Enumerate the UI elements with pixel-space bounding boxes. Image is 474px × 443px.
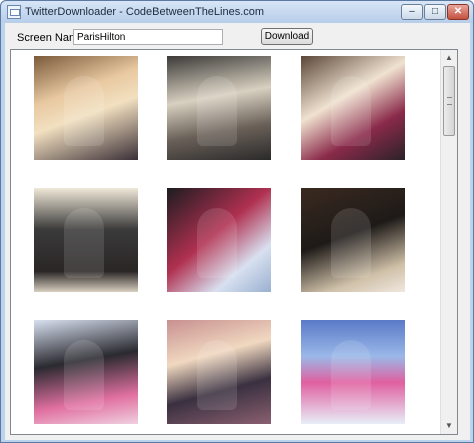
scroll-up-icon[interactable]: ▲ (441, 50, 457, 66)
photo-9[interactable] (301, 320, 405, 424)
window-title: TwitterDownloader - CodeBetweenTheLines.… (25, 6, 265, 18)
photo-4[interactable] (34, 188, 138, 292)
photo-8[interactable] (167, 320, 271, 424)
maximize-button[interactable]: □ (424, 4, 446, 20)
maximize-icon: □ (431, 6, 439, 17)
photo-7[interactable] (34, 320, 138, 424)
scroll-thumb[interactable] (443, 66, 455, 136)
minimize-button[interactable]: – (401, 4, 423, 20)
photo-1[interactable] (34, 56, 138, 160)
vertical-scrollbar[interactable]: ▲ ▼ (440, 50, 457, 434)
photo-2[interactable] (167, 56, 271, 160)
screen-name-input[interactable] (73, 29, 223, 45)
app-window: TwitterDownloader - CodeBetweenTheLines.… (0, 0, 474, 443)
close-button[interactable]: ✕ (447, 4, 469, 20)
photo-5[interactable] (167, 188, 271, 292)
minimize-icon: – (409, 6, 415, 17)
close-icon: ✕ (453, 6, 463, 17)
app-window-icon (7, 5, 21, 19)
form-client-area: Screen Name Download ▲ ▼ (5, 23, 470, 440)
download-button[interactable]: Download (261, 28, 313, 45)
scroll-down-icon[interactable]: ▼ (441, 418, 457, 434)
photo-6[interactable] (301, 188, 405, 292)
title-bar[interactable]: TwitterDownloader - CodeBetweenTheLines.… (1, 1, 473, 23)
photo-3[interactable] (301, 56, 405, 160)
photo-gallery[interactable]: ▲ ▼ (10, 49, 458, 435)
